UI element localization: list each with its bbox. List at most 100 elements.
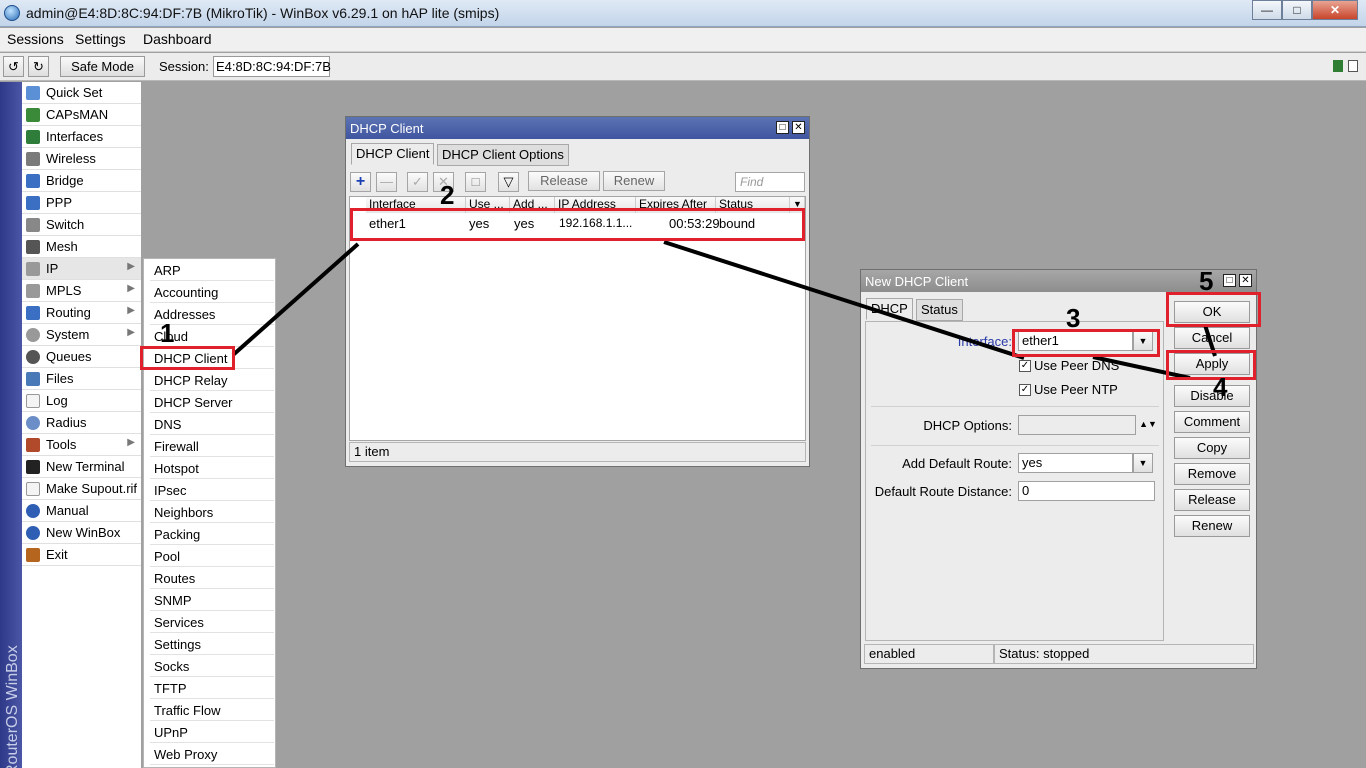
submenu-item-tftp[interactable]: TFTP <box>150 677 274 699</box>
tab-dhcp-client-options[interactable]: DHCP Client Options <box>437 144 569 166</box>
menu-sessions[interactable]: Sessions <box>7 31 64 47</box>
maximize-icon[interactable]: □ <box>1223 274 1236 287</box>
session-field[interactable]: E4:8D:8C:94:DF:7B <box>213 56 331 77</box>
menu-item-interfaces[interactable]: Interfaces <box>22 126 141 148</box>
sidebar-brand-text: RouterOS WinBox <box>4 645 21 768</box>
maximize-icon[interactable]: □ <box>776 121 789 134</box>
dhcp-options-spinner-icon[interactable]: ▲▼ <box>1138 415 1158 435</box>
submenu-item-snmp[interactable]: SNMP <box>150 589 274 611</box>
renew-button[interactable]: Renew <box>1174 515 1250 537</box>
submenu-item-upnp[interactable]: UPnP <box>150 721 274 743</box>
switch-icon <box>26 218 40 232</box>
tools-icon <box>26 438 40 452</box>
submenu-item-pool[interactable]: Pool <box>150 545 274 567</box>
renew-button[interactable]: Renew <box>603 171 665 191</box>
menu-item-mpls[interactable]: MPLS ▶ <box>22 280 141 302</box>
submenu-item-hotspot[interactable]: Hotspot <box>150 457 274 479</box>
enable-icon[interactable]: ✓ <box>407 172 428 192</box>
menu-item-files[interactable]: Files <box>22 368 141 390</box>
form-divider <box>871 445 1159 446</box>
menu-item-tools[interactable]: Tools ▶ <box>22 434 141 456</box>
menu-item-capsman[interactable]: CAPsMAN <box>22 104 141 126</box>
menu-item-new-terminal[interactable]: New Terminal <box>22 456 141 478</box>
step-number: 1 <box>160 318 175 348</box>
add-icon[interactable]: + <box>350 172 371 192</box>
maximize-button[interactable]: □ <box>1282 0 1312 20</box>
mpls-icon <box>26 284 40 298</box>
use-peer-dns-checkbox[interactable]: ✓ <box>1019 360 1031 372</box>
menu-item-ip[interactable]: IP ▶ <box>22 258 141 280</box>
submenu-item-dhcp-server[interactable]: DHCP Server <box>150 391 274 413</box>
tab-status[interactable]: Status <box>916 299 963 321</box>
menu-item-quick-set[interactable]: Quick Set <box>22 82 141 104</box>
menu-item-routing[interactable]: Routing ▶ <box>22 302 141 324</box>
add-default-route-dropdown-icon[interactable]: ▼ <box>1133 453 1153 473</box>
release-button[interactable]: Release <box>1174 489 1250 511</box>
highlight-ok-button <box>1166 292 1261 327</box>
minimize-button[interactable]: — <box>1252 0 1282 20</box>
menu-item-mesh[interactable]: Mesh <box>22 236 141 258</box>
submenu-item-traffic-flow[interactable]: Traffic Flow <box>150 699 274 721</box>
step-number: 5 <box>1199 266 1214 296</box>
step-number: 4 <box>1213 372 1228 402</box>
dhcp-options-field[interactable] <box>1018 415 1136 435</box>
files-icon <box>26 372 40 386</box>
remove-button[interactable]: Remove <box>1174 463 1250 485</box>
submenu-item-web-proxy[interactable]: Web Proxy <box>150 743 274 765</box>
menu-item-system[interactable]: System ▶ <box>22 324 141 346</box>
window-titlebar: admin@E4:8D:8C:94:DF:7B (MikroTik) - Win… <box>0 0 1366 27</box>
menu-item-queues[interactable]: Queues <box>22 346 141 368</box>
submenu-arrow-icon: ▶ <box>127 283 135 294</box>
menu-item-bridge[interactable]: Bridge <box>22 170 141 192</box>
submenu-item-dns[interactable]: DNS <box>150 413 274 435</box>
undo-icon[interactable]: ↺ <box>3 56 24 77</box>
menu-item-wireless[interactable]: Wireless <box>22 148 141 170</box>
submenu-item-socks[interactable]: Socks <box>150 655 274 677</box>
safe-mode-button[interactable]: Safe Mode <box>60 56 145 77</box>
submenu-item-neighbors[interactable]: Neighbors <box>150 501 274 523</box>
close-button[interactable]: ✕ <box>1312 0 1358 20</box>
system-icon <box>26 328 40 342</box>
remove-icon[interactable]: — <box>376 172 397 192</box>
tab-dhcp[interactable]: DHCP <box>866 298 913 320</box>
menu-item-log[interactable]: Log <box>22 390 141 412</box>
find-input[interactable]: Find <box>735 172 805 192</box>
use-peer-ntp-checkbox[interactable]: ✓ <box>1019 384 1031 396</box>
redo-icon[interactable]: ↻ <box>28 56 49 77</box>
submenu-item-arp[interactable]: ARP <box>150 259 274 281</box>
menu-item-make-supout[interactable]: Make Supout.rif <box>22 478 141 500</box>
cancel-button[interactable]: Cancel <box>1174 327 1250 349</box>
release-button[interactable]: Release <box>528 171 600 191</box>
menu-item-radius[interactable]: Radius <box>22 412 141 434</box>
menu-item-new-winbox[interactable]: New WinBox <box>22 522 141 544</box>
winbox-app-icon <box>4 5 20 21</box>
run-status: Status: stopped <box>994 644 1254 664</box>
disable-button[interactable]: Disable <box>1174 385 1250 407</box>
submenu-item-packing[interactable]: Packing <box>150 523 274 545</box>
new-dhcp-client-window-titlebar: New DHCP Client □ ✕ <box>861 270 1256 292</box>
menu-item-exit[interactable]: Exit <box>22 544 141 566</box>
menu-dashboard[interactable]: Dashboard <box>143 31 212 47</box>
comment-icon[interactable]: □ <box>465 172 486 192</box>
menu-item-ppp[interactable]: PPP <box>22 192 141 214</box>
close-icon[interactable]: ✕ <box>1239 274 1252 287</box>
submenu-item-ipsec[interactable]: IPsec <box>150 479 274 501</box>
tab-dhcp-client[interactable]: DHCP Client <box>351 143 435 165</box>
copy-button[interactable]: Copy <box>1174 437 1250 459</box>
submenu-item-dhcp-relay[interactable]: DHCP Relay <box>150 369 274 391</box>
submenu-item-accounting[interactable]: Accounting <box>150 281 274 303</box>
submenu-item-routes[interactable]: Routes <box>150 567 274 589</box>
close-icon[interactable]: ✕ <box>792 121 805 134</box>
submenu-item-settings[interactable]: Settings <box>150 633 274 655</box>
default-route-distance-field[interactable]: 0 <box>1018 481 1155 501</box>
add-default-route-select[interactable]: yes <box>1018 453 1133 473</box>
submenu-item-firewall[interactable]: Firewall <box>150 435 274 457</box>
submenu-item-services[interactable]: Services <box>150 611 274 633</box>
menu-settings[interactable]: Settings <box>75 31 126 47</box>
filter-icon[interactable]: ▽ <box>498 172 519 192</box>
comment-button[interactable]: Comment <box>1174 411 1250 433</box>
mesh-icon <box>26 240 40 254</box>
menu-item-switch[interactable]: Switch <box>22 214 141 236</box>
menu-item-manual[interactable]: Manual <box>22 500 141 522</box>
wireless-icon <box>26 152 40 166</box>
